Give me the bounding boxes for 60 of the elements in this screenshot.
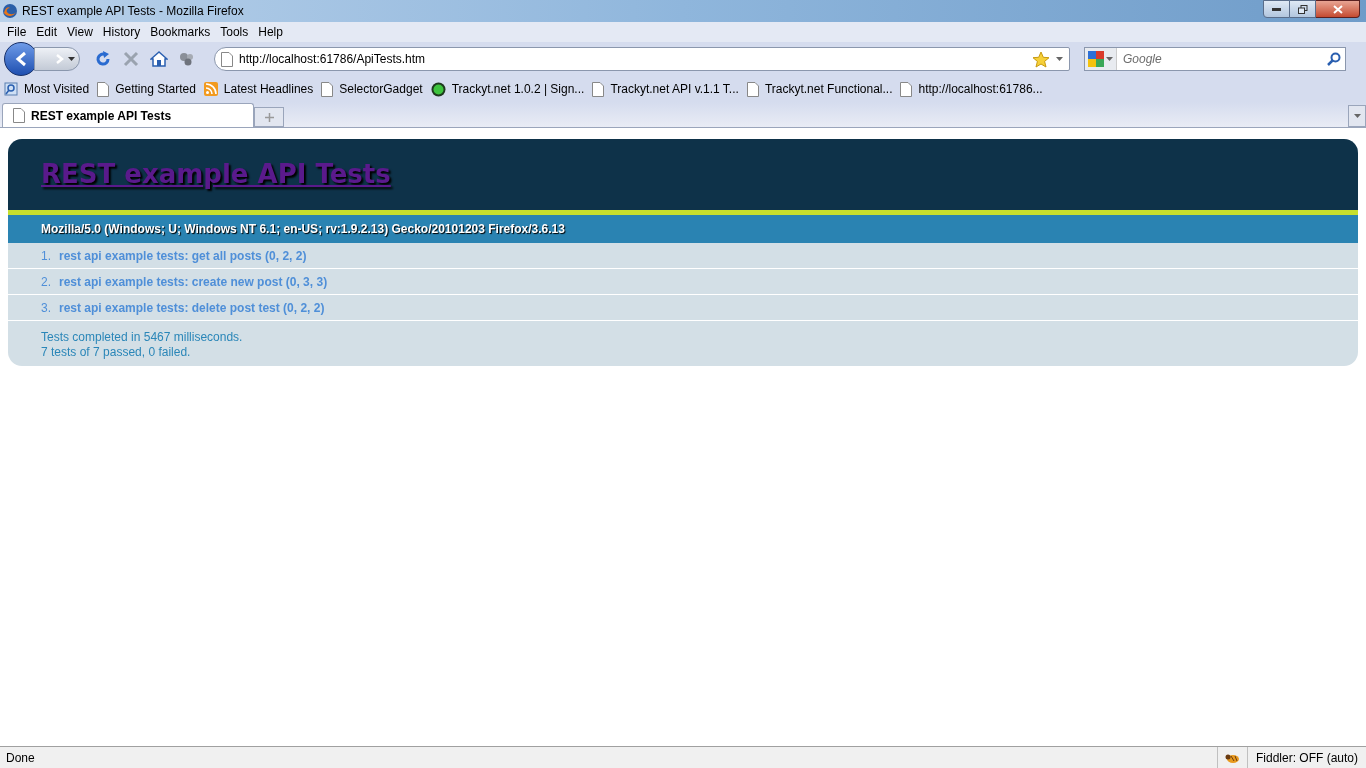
molecule-icon [179, 52, 195, 66]
orb-icon [430, 81, 446, 97]
minimize-button[interactable] [1263, 0, 1290, 18]
bookmark-star-icon[interactable] [1032, 50, 1050, 68]
user-agent-text: Mozilla/5.0 (Windows; U; Windows NT 6.1; en-US; rv:1.9.2.13) Gecko/20101203 Firefox/3.6.13 [41, 221, 565, 238]
home-icon [150, 51, 168, 67]
bookmark-item[interactable]: Most Visited [4, 80, 90, 98]
list-number: 2. [41, 273, 51, 291]
minimize-icon [1272, 7, 1281, 11]
list-number: 1. [41, 247, 51, 265]
result-text: 7 tests of 7 passed, 0 failed. [41, 345, 192, 360]
stop-icon [123, 51, 139, 67]
home-button[interactable] [148, 48, 170, 70]
status-text: Done [5, 749, 36, 767]
fiddler-status[interactable]: Fiddler: OFF (auto) [1246, 747, 1366, 768]
page-icon [221, 51, 233, 67]
page-icon [321, 81, 334, 97]
dropdown-icon [68, 57, 75, 61]
browser-tab[interactable]: REST example API Tests [2, 103, 254, 127]
dropdown-icon [1353, 114, 1361, 118]
search-field[interactable]: Google [1117, 48, 1327, 70]
page-icon [900, 81, 913, 97]
bookmark-item[interactable]: SelectorGadget [321, 80, 423, 98]
dropdown-icon[interactable] [1056, 57, 1063, 61]
feed-icon [203, 82, 218, 96]
menu-item[interactable]: File [2, 23, 32, 41]
magnifier-page-icon [4, 82, 18, 96]
bookmark-item[interactable]: Getting Started [97, 80, 196, 98]
close-button[interactable] [1316, 0, 1360, 18]
page-icon [592, 81, 605, 97]
tab-list-button[interactable] [1348, 105, 1366, 127]
reload-icon [95, 51, 111, 67]
bookmark-item[interactable]: Latest Headlines [203, 80, 314, 98]
menu-item[interactable]: Bookmarks [145, 23, 216, 41]
search-bar[interactable]: Google [1084, 47, 1346, 71]
restore-icon [1297, 4, 1308, 14]
menu-item[interactable]: Help [253, 23, 288, 41]
url-text: http://localhost:61786/ApiTests.htm [239, 51, 427, 68]
restore-button[interactable] [1290, 0, 1316, 18]
bookmark-item[interactable]: Trackyt.net 1.0.2 | Sign... [430, 80, 585, 98]
page-icon [97, 81, 110, 97]
bookmark-item[interactable]: Trackyt.net Functional... [746, 80, 893, 98]
close-icon [1332, 4, 1343, 14]
page-icon [13, 108, 25, 123]
bookmark-item[interactable]: http://localhost:61786... [900, 80, 1043, 98]
address-bar[interactable]: http://localhost:61786/ApiTests.htm [214, 47, 1070, 71]
menu-item[interactable]: Edit [31, 23, 63, 41]
plus-icon [264, 112, 274, 122]
bookmark-item[interactable]: Trackyt.net API v.1.1 T... [592, 80, 739, 98]
window-title: REST example API Tests - Mozilla Firefox [22, 3, 244, 20]
menu-item[interactable]: History [97, 23, 146, 41]
search-icon[interactable] [1327, 52, 1341, 66]
page-icon [746, 81, 759, 97]
list-number: 3. [41, 299, 51, 317]
menu-item[interactable]: View [62, 23, 98, 41]
dropdown-icon [1106, 57, 1113, 61]
firefox-logo-icon [2, 3, 18, 19]
menu-item[interactable]: Tools [215, 23, 254, 41]
result-text: Tests completed in 5467 milliseconds. [41, 330, 244, 345]
google-logo-icon [1088, 51, 1104, 67]
